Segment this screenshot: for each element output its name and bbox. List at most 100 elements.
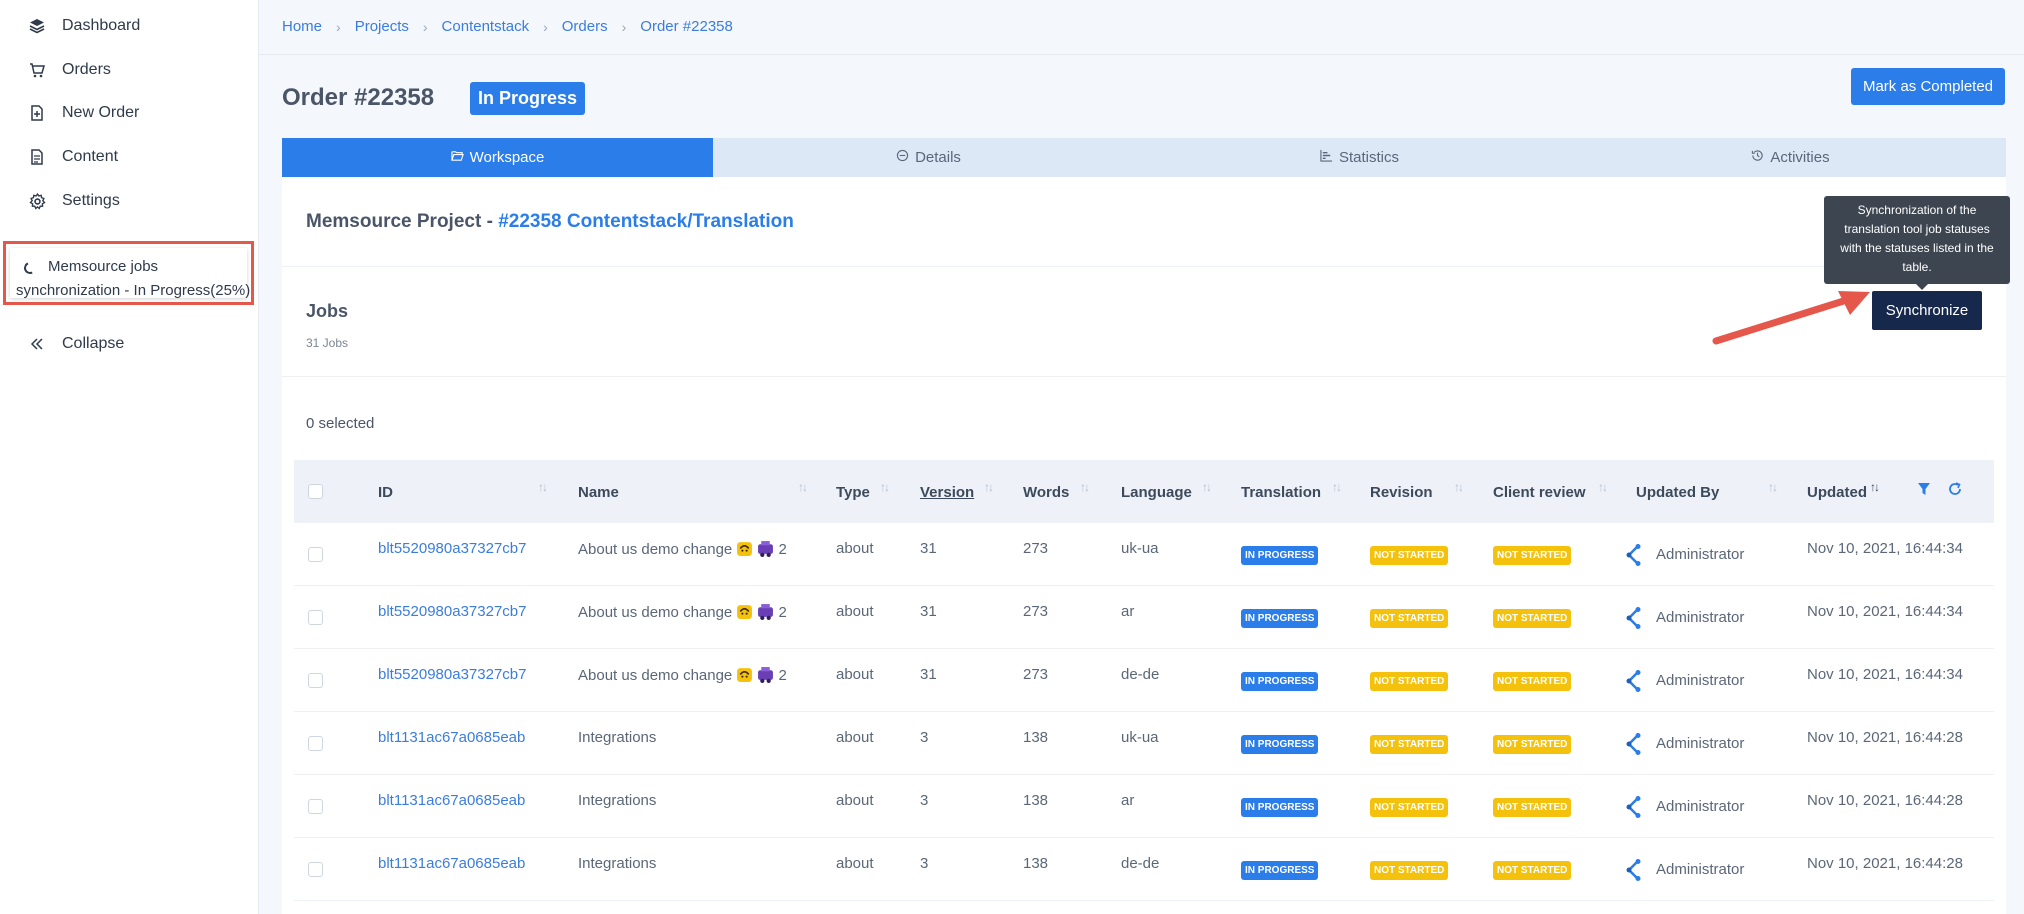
job-type: about (836, 792, 874, 809)
chevron-right-icon: › (336, 18, 341, 35)
column-header-version[interactable]: Version (920, 484, 974, 501)
column-header-revision[interactable]: Revision (1370, 484, 1433, 501)
table-row[interactable]: blt1131ac67a0685eab Integrations about 3 138… (294, 775, 1994, 838)
breadcrumb-order[interactable]: Order #22358 (640, 18, 733, 35)
job-type: about (836, 729, 874, 746)
annotation-arrow (1712, 291, 1870, 345)
mark-as-completed-button[interactable]: Mark as Completed (1851, 68, 2005, 105)
row-checkbox[interactable] (308, 862, 323, 877)
sidebar-item-label: Orders (62, 61, 111, 78)
tab-activities[interactable]: Activities (1575, 138, 2006, 177)
sort-desc-icon[interactable]: ↑↓ (1870, 480, 1880, 494)
table-row[interactable]: blt1131ac67a0685eab Integrations about 3 138… (294, 712, 1994, 775)
breadcrumb-contentstack[interactable]: Contentstack (442, 18, 530, 35)
cart-icon (28, 61, 46, 79)
row-checkbox[interactable] (308, 673, 323, 688)
job-name: Integrations (578, 855, 656, 872)
avatar (1626, 607, 1641, 629)
synchronize-button[interactable]: Synchronize (1872, 291, 1982, 330)
job-words: 273 (1023, 603, 1049, 620)
job-type: about (836, 855, 874, 872)
breadcrumb-projects[interactable]: Projects (355, 18, 409, 35)
sidebar-item-dashboard[interactable]: Dashboard (28, 14, 140, 38)
avatar (1626, 859, 1641, 881)
job-id-link[interactable]: blt5520980a37327cb7 (378, 666, 526, 683)
select-all-checkbox[interactable] (308, 484, 323, 499)
emoji-icon (737, 542, 753, 556)
translation-status-badge: IN PROGRESS (1241, 546, 1319, 565)
column-header-client-review[interactable]: Client review (1493, 484, 1586, 501)
name-suffix: 2 (778, 604, 787, 621)
sort-icon[interactable]: ↑↓ (538, 480, 548, 494)
updated-timestamp: Nov 10, 2021, 16:44:28 (1807, 792, 1963, 809)
row-checkbox[interactable] (308, 736, 323, 751)
client-review-status-badge: NOT STARTED (1493, 672, 1572, 691)
column-header-updated[interactable]: Updated (1807, 484, 1867, 501)
chevron-right-icon: › (543, 18, 548, 35)
column-header-translation[interactable]: Translation (1241, 484, 1321, 501)
breadcrumb-orders[interactable]: Orders (562, 18, 608, 35)
sort-icon[interactable]: ↑↓ (798, 480, 808, 494)
tab-label: Statistics (1338, 149, 1399, 166)
job-id-link[interactable]: blt5520980a37327cb7 (378, 540, 526, 557)
column-header-updated-by[interactable]: Updated By (1636, 484, 1719, 501)
jobs-count: 31 Jobs (306, 336, 349, 350)
jobs-title: Jobs (306, 301, 349, 321)
job-version: 31 (920, 540, 937, 557)
job-id-link[interactable]: blt5520980a37327cb7 (378, 603, 526, 620)
sort-icon[interactable]: ↑↓ (1080, 480, 1090, 494)
breadcrumb-home[interactable]: Home (282, 18, 322, 35)
job-id-link[interactable]: blt1131ac67a0685eab (378, 729, 525, 746)
collapse-button[interactable]: Collapse (28, 332, 124, 356)
project-link[interactable]: #22358 Contentstack/Translation (498, 211, 794, 232)
refresh-icon[interactable] (1948, 482, 1962, 501)
sync-status-line1: Memsource jobs (48, 258, 159, 275)
sidebar-item-new-order[interactable]: New Order (28, 101, 139, 125)
column-header-name[interactable]: Name (578, 484, 619, 501)
column-header-type[interactable]: Type (836, 484, 870, 501)
sort-icon[interactable]: ↑↓ (984, 480, 994, 494)
avatar (1626, 733, 1641, 755)
sort-icon[interactable]: ↑↓ (1598, 480, 1608, 494)
table-row[interactable]: blt5520980a37327cb7 About us demo change … (294, 649, 1994, 712)
sidebar-item-settings[interactable]: Settings (28, 189, 120, 213)
sidebar: Dashboard Orders New Order Content Setti… (0, 0, 259, 914)
updated-timestamp: Nov 10, 2021, 16:44:34 (1807, 666, 1963, 683)
tab-workspace[interactable]: Workspace (282, 138, 713, 177)
row-checkbox[interactable] (308, 547, 323, 562)
row-checkbox[interactable] (308, 799, 323, 814)
minus-circle-icon (896, 149, 909, 166)
revision-status-badge: NOT STARTED (1370, 861, 1449, 880)
sort-icon[interactable]: ↑↓ (1768, 480, 1778, 494)
job-version: 3 (920, 792, 929, 809)
updated-timestamp: Nov 10, 2021, 16:44:34 (1807, 540, 1963, 557)
tab-statistics[interactable]: Statistics (1144, 138, 1575, 177)
job-version: 31 (920, 603, 937, 620)
job-name: About us demo change 2 (578, 540, 787, 558)
sort-icon[interactable]: ↑↓ (880, 480, 890, 494)
sort-icon[interactable]: ↑↓ (1202, 480, 1212, 494)
job-language: ar (1121, 603, 1135, 620)
column-header-language[interactable]: Language (1121, 484, 1192, 501)
tab-details[interactable]: Details (713, 138, 1144, 177)
filter-icon[interactable] (1917, 482, 1931, 501)
job-language: uk-ua (1121, 729, 1159, 746)
sort-icon[interactable]: ↑↓ (1454, 480, 1464, 494)
emoji-icon (737, 668, 753, 682)
sidebar-item-orders[interactable]: Orders (28, 58, 111, 82)
chevron-right-icon: › (422, 18, 428, 35)
table-row[interactable]: blt5520980a37327cb7 About us demo change … (294, 523, 1994, 586)
breadcrumb: Home › Projects › Contentstack › Orders … (282, 18, 733, 35)
table-row[interactable]: blt1131ac67a0685eab Integrations about 3 138… (294, 838, 1994, 901)
column-header-id[interactable]: ID (378, 484, 393, 501)
column-header-words[interactable]: Words (1023, 484, 1069, 501)
job-id-link[interactable]: blt1131ac67a0685eab (378, 792, 525, 809)
sort-icon[interactable]: ↑↓ (1332, 480, 1342, 494)
job-id-link[interactable]: blt1131ac67a0685eab (378, 855, 525, 872)
row-checkbox[interactable] (308, 610, 323, 625)
client-review-status-badge: NOT STARTED (1493, 798, 1572, 817)
double-chevron-left-icon (28, 335, 46, 353)
client-review-status-badge: NOT STARTED (1493, 546, 1572, 565)
sidebar-item-content[interactable]: Content (28, 145, 118, 169)
table-row[interactable]: blt5520980a37327cb7 About us demo change … (294, 586, 1994, 649)
